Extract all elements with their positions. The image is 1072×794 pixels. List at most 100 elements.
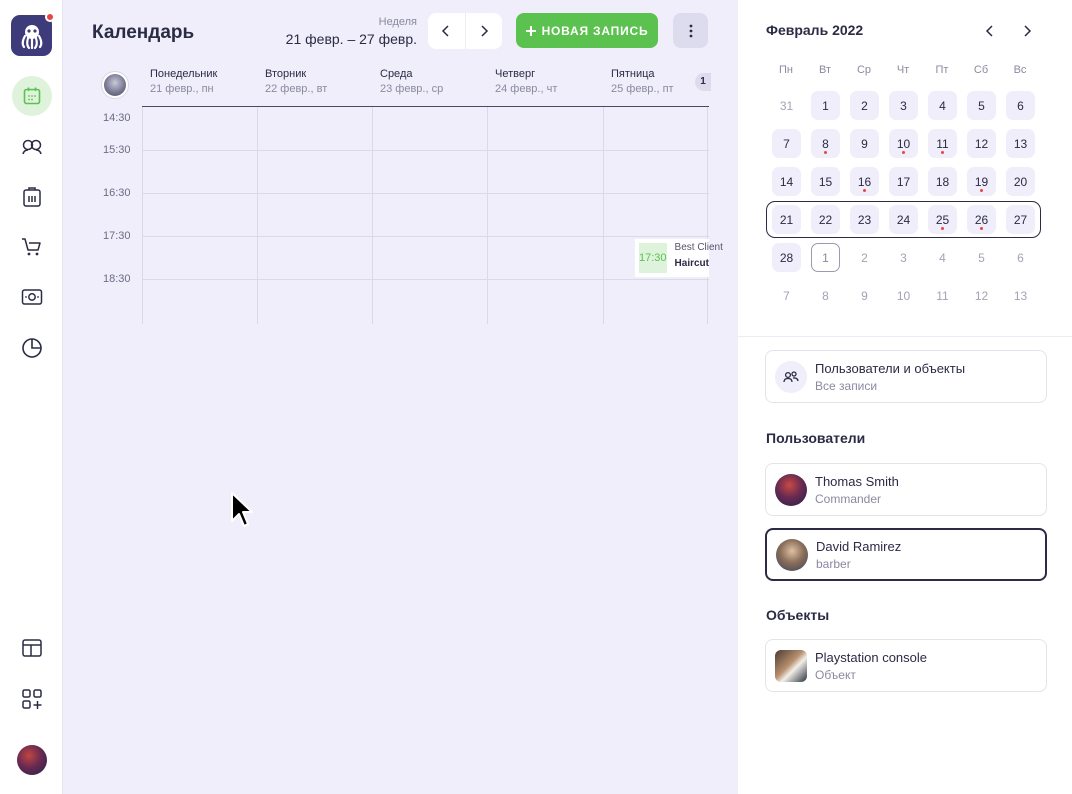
layout-icon	[22, 639, 42, 657]
appointment-card[interactable]: 17:30 Best Client Haircut	[635, 239, 723, 277]
calendar-day[interactable]: 19	[967, 167, 996, 196]
nav-inventory[interactable]	[12, 177, 52, 217]
event-indicator-dot	[902, 151, 905, 154]
nav-add-widget[interactable]	[12, 679, 52, 719]
month-title: Февраль 2022	[766, 22, 864, 38]
calendar-day[interactable]: 15	[811, 167, 840, 196]
event-indicator-dot	[863, 189, 866, 192]
calendar-day[interactable]: 5	[967, 243, 996, 272]
calendar-day[interactable]: 20	[1006, 167, 1035, 196]
day-header-wednesday[interactable]: Среда 23 февр., ср	[372, 62, 487, 106]
new-record-button[interactable]: НОВАЯ ЗАПИСЬ	[516, 13, 658, 48]
hour-line	[142, 193, 709, 194]
calendar-day[interactable]: 9	[850, 281, 879, 310]
calendar-day[interactable]: 8	[811, 129, 840, 158]
column-divider	[257, 107, 258, 324]
calendar-day[interactable]: 17	[889, 167, 918, 196]
hour-line	[142, 236, 709, 237]
profile-avatar[interactable]	[17, 745, 47, 775]
next-week-button[interactable]	[466, 13, 503, 49]
calendar-day[interactable]: 1	[811, 91, 840, 120]
calendar-day[interactable]: 28	[772, 243, 801, 272]
calendar-day[interactable]: 6	[1006, 91, 1035, 120]
calendar-day[interactable]: 11	[928, 129, 957, 158]
nav-layout[interactable]	[12, 628, 52, 668]
chevron-left-icon	[442, 25, 449, 37]
calendar-day[interactable]: 31	[772, 91, 801, 120]
next-month-button[interactable]	[1018, 22, 1036, 40]
calendar-day[interactable]: 10	[889, 281, 918, 310]
staff-avatar[interactable]	[101, 71, 129, 99]
object-type: Объект	[815, 667, 856, 682]
more-days-badge[interactable]: 1	[695, 73, 711, 91]
more-options-button[interactable]	[673, 13, 708, 48]
prev-month-button[interactable]	[981, 22, 999, 40]
notification-dot	[45, 12, 55, 22]
calendar-day[interactable]: 16	[850, 167, 879, 196]
octopus-logo-icon[interactable]	[11, 12, 55, 56]
day-header-monday[interactable]: Понедельник 21 февр., пн	[142, 62, 257, 106]
users-heading: Пользователи	[766, 430, 866, 446]
nav-calendar[interactable]	[12, 76, 52, 116]
day-header-tuesday[interactable]: Вторник 22 февр., вт	[257, 62, 372, 106]
time-label: 18:30	[103, 273, 131, 285]
view-mode-label[interactable]: Неделя	[379, 16, 417, 28]
nav-finance[interactable]	[12, 277, 52, 317]
plus-icon	[525, 25, 536, 36]
calendar-day[interactable]: 7	[772, 129, 801, 158]
calendar-day[interactable]: 10	[889, 129, 918, 158]
calendar-day[interactable]: 12	[967, 281, 996, 310]
right-panel: Февраль 2022 Пн Вт Ср Чт Пт Сб Вс 31 1 2 3 4…	[738, 0, 1072, 794]
user-card-thomas[interactable]: Thomas Smith Commander	[765, 463, 1047, 516]
calendar-day[interactable]: 1	[811, 243, 840, 272]
calendar-day[interactable]: 2	[850, 243, 879, 272]
time-label: 15:30	[103, 144, 131, 156]
calendar-icon	[23, 87, 41, 105]
appointment-time: 17:30	[639, 243, 667, 273]
hour-line	[142, 150, 709, 151]
calendar-day[interactable]: 11	[928, 281, 957, 310]
calendar-day[interactable]: 3	[889, 243, 918, 272]
calendar-day[interactable]: 18	[928, 167, 957, 196]
day-name: Четверг	[495, 68, 536, 80]
day-header-friday[interactable]: Пятница 25 февр., пт	[603, 62, 695, 106]
calendar-day[interactable]: 8	[811, 281, 840, 310]
column-divider	[603, 107, 604, 324]
day-header-thursday[interactable]: Четверг 24 февр., чт	[487, 62, 602, 106]
week-calendar-grid: Понедельник 21 февр., пн Вторник 22 февр…	[92, 62, 723, 324]
mouse-cursor-icon	[231, 492, 253, 527]
calendar-day[interactable]: 4	[928, 91, 957, 120]
filter-users-objects[interactable]: Пользователи и объекты Все записи	[765, 350, 1047, 403]
day-name: Вторник	[265, 68, 307, 80]
day-date: 21 февр., пн	[150, 83, 214, 95]
nav-clients[interactable]	[12, 127, 52, 167]
calendar-day[interactable]: 2	[850, 91, 879, 120]
calendar-day[interactable]: 7	[772, 281, 801, 310]
nav-cart[interactable]	[12, 227, 52, 267]
calendar-day[interactable]: 14	[772, 167, 801, 196]
weekday-label: Вт	[818, 64, 831, 76]
weekday-label: Вс	[1013, 64, 1027, 76]
weekday-label: Чт	[896, 64, 910, 76]
object-name: Playstation console	[815, 649, 928, 665]
hour-line	[142, 279, 709, 280]
add-widget-icon	[22, 689, 42, 709]
calendar-day[interactable]: 3	[889, 91, 918, 120]
calendar-day[interactable]: 9	[850, 129, 879, 158]
user-card-david[interactable]: David Ramirez barber	[765, 528, 1047, 581]
header-divider	[142, 106, 709, 107]
calendar-day[interactable]: 12	[967, 129, 996, 158]
calendar-day[interactable]: 13	[1006, 129, 1035, 158]
calendar-day[interactable]: 13	[1006, 281, 1035, 310]
calendar-day[interactable]: 4	[928, 243, 957, 272]
calendar-day[interactable]: 6	[1006, 243, 1035, 272]
new-record-label: НОВАЯ ЗАПИСЬ	[541, 23, 649, 38]
prev-week-button[interactable]	[428, 13, 466, 49]
sidebar	[0, 0, 63, 794]
main-area: Календарь Неделя 21 февр. – 27 февр. НОВ…	[63, 0, 738, 794]
selected-week-outline	[766, 201, 1041, 238]
object-card-playstation[interactable]: Playstation console Объект	[765, 639, 1047, 692]
time-label: 16:30	[103, 187, 131, 199]
calendar-day[interactable]: 5	[967, 91, 996, 120]
nav-reports[interactable]	[12, 328, 52, 368]
